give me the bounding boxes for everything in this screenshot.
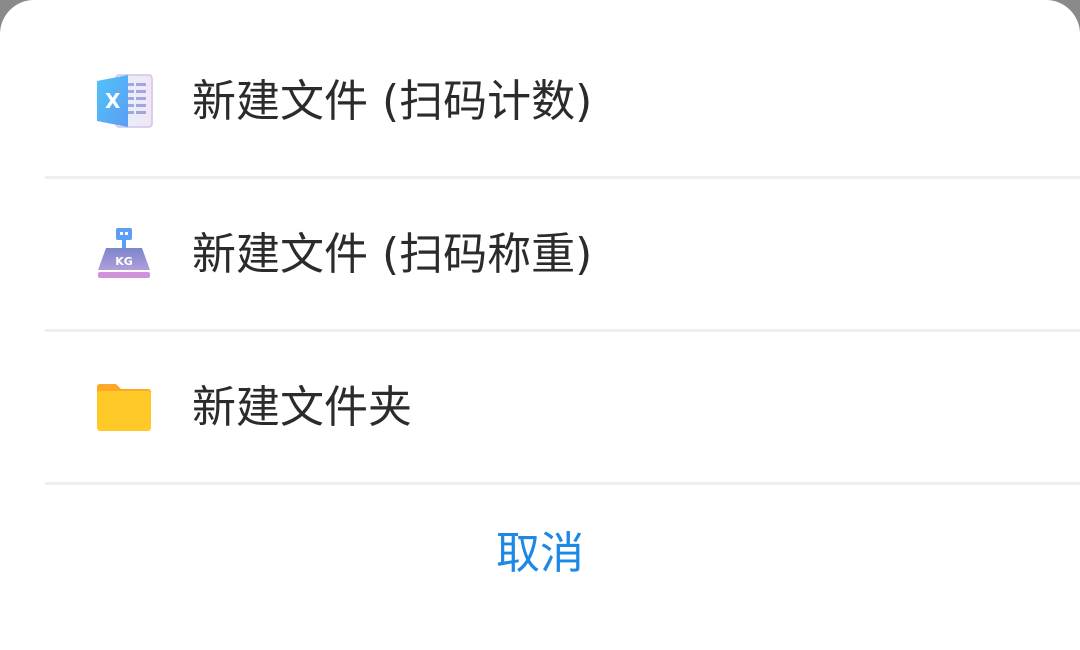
cancel-label: 取消 bbox=[496, 528, 584, 579]
new-folder-item[interactable]: 新建文件夹 bbox=[0, 331, 1080, 483]
excel-file-icon: X bbox=[97, 74, 153, 128]
item-label: 新建文件夹 bbox=[192, 382, 412, 433]
bottom-sheet: X 新建文件 (扫码计数) KG 新建文件 (扫码称重) 新建文件夹 取消 bbox=[0, 0, 1080, 650]
cancel-button[interactable]: 取消 bbox=[0, 485, 1080, 625]
item-label: 新建文件 (扫码计数) bbox=[192, 76, 593, 127]
excel-icon-letter: X bbox=[105, 89, 121, 113]
new-scan-weigh-file-item[interactable]: KG 新建文件 (扫码称重) bbox=[0, 178, 1080, 330]
item-label: 新建文件 (扫码称重) bbox=[192, 229, 593, 280]
folder-icon bbox=[97, 384, 151, 431]
scale-icon-text: KG bbox=[115, 255, 133, 268]
scale-kg-icon: KG bbox=[98, 228, 150, 278]
new-scan-count-file-item[interactable]: X 新建文件 (扫码计数) bbox=[0, 25, 1080, 177]
